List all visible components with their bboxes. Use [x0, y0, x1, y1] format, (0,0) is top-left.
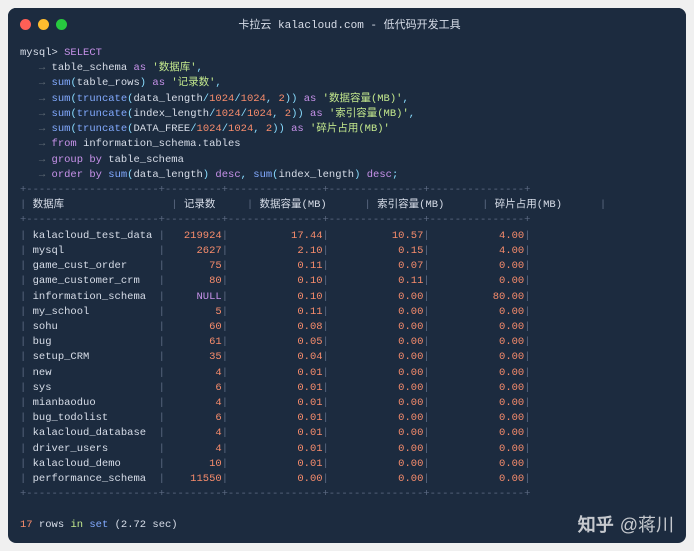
window-title: 卡拉云 kalacloud.com - 低代码开发工具: [25, 16, 674, 32]
prompt: mysql>: [20, 47, 58, 59]
result-table: +---------------------+---------+-------…: [20, 184, 606, 500]
summary-count: 17: [20, 519, 33, 531]
watermark-author: @蒋川: [620, 511, 674, 537]
titlebar: 卡拉云 kalacloud.com - 低代码开发工具: [8, 8, 686, 40]
terminal-body[interactable]: mysql> SELECT → table_schema as '数据库', →…: [8, 40, 686, 543]
terminal-window: 卡拉云 kalacloud.com - 低代码开发工具 mysql> SELEC…: [8, 8, 686, 543]
watermark: 知乎 @蒋川: [578, 511, 674, 537]
zhihu-logo-icon: 知乎: [578, 511, 614, 537]
